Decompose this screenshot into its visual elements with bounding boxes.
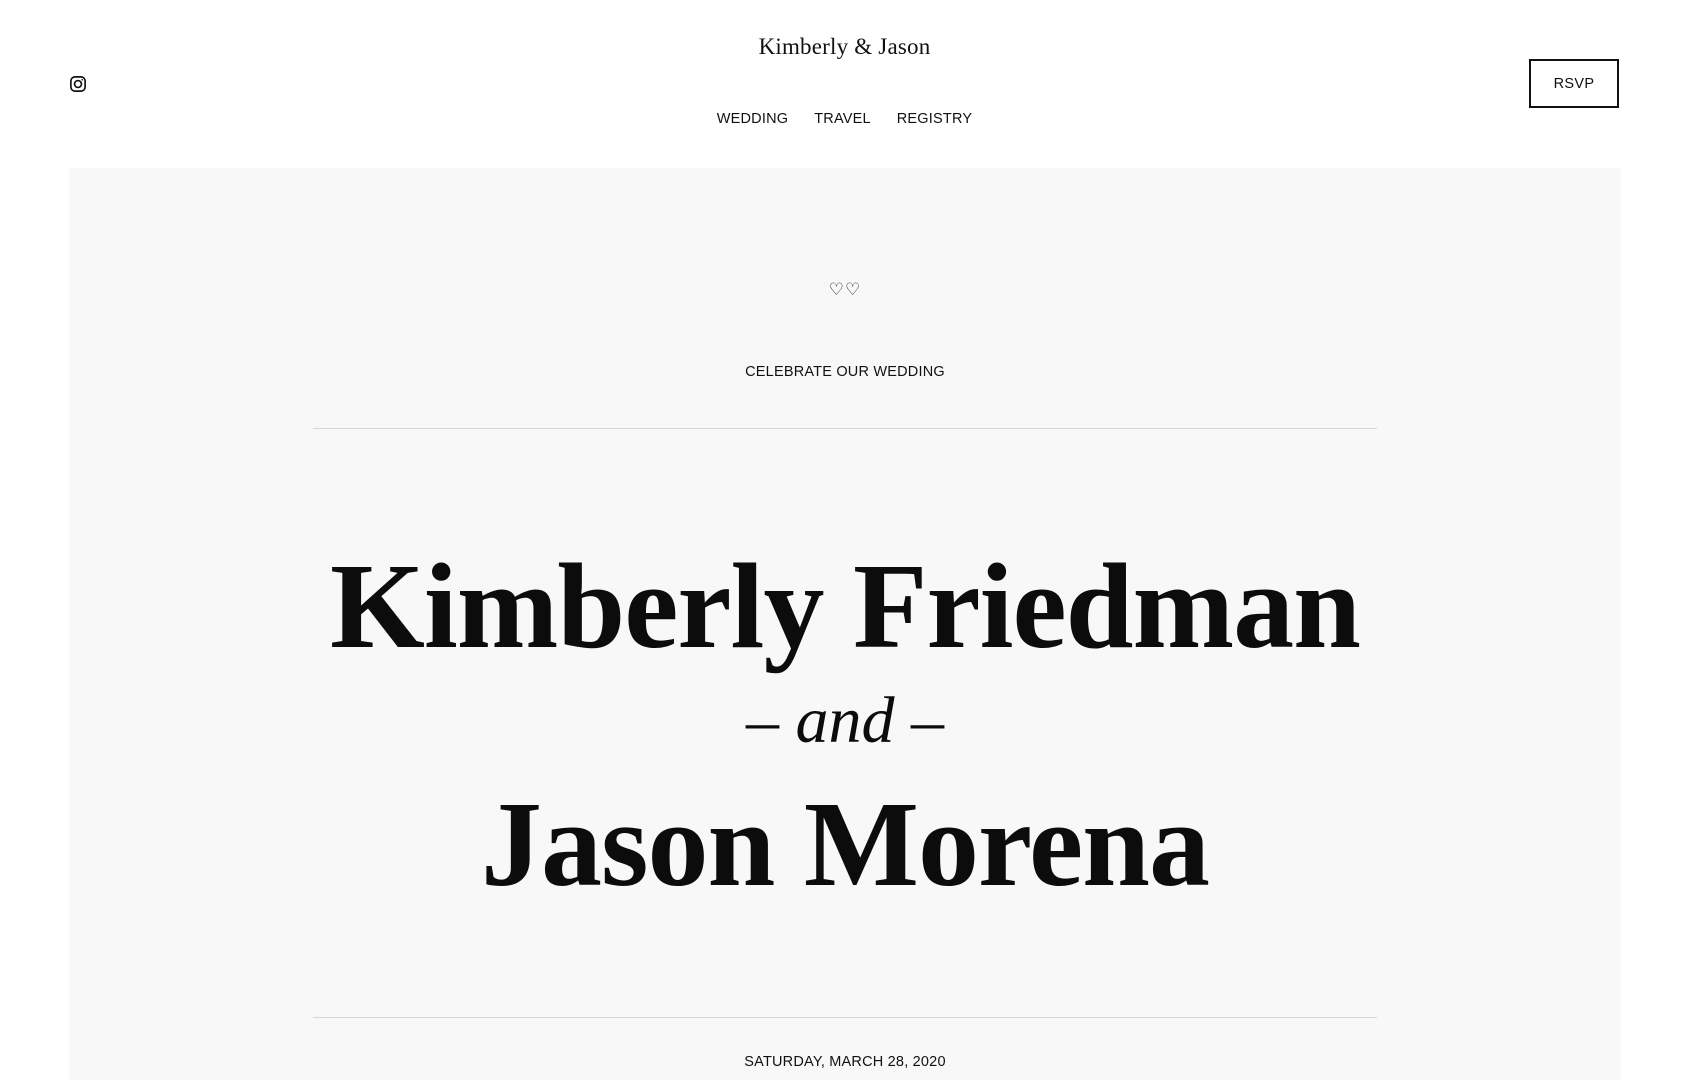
- nav-item-travel[interactable]: TRAVEL: [814, 111, 871, 127]
- partner-one-name: Kimberly Friedman: [329, 539, 1361, 674]
- main-nav: WEDDING TRAVEL REGISTRY: [0, 111, 1689, 127]
- bottom-divider: [313, 1017, 1377, 1018]
- hero-eyebrow: CELEBRATE OUR WEDDING: [745, 364, 945, 380]
- site-title[interactable]: Kimberly & Jason: [0, 34, 1689, 60]
- hearts-icon: ♡♡: [828, 280, 862, 300]
- nav-item-wedding[interactable]: WEDDING: [717, 111, 788, 127]
- hero-section: ♡♡ CELEBRATE OUR WEDDING Kimberly Friedm…: [69, 168, 1621, 1080]
- top-divider: [313, 428, 1377, 429]
- site-header: Kimberly & Jason WEDDING TRAVEL REGISTRY…: [0, 0, 1689, 168]
- instagram-icon[interactable]: [69, 75, 87, 93]
- wedding-date: SATURDAY, MARCH 28, 2020: [744, 1054, 946, 1070]
- rsvp-button[interactable]: RSVP: [1529, 59, 1619, 108]
- conjunction-text: – and –: [746, 684, 944, 757]
- partner-two-name: Jason Morena: [481, 777, 1210, 912]
- nav-item-registry[interactable]: REGISTRY: [897, 111, 972, 127]
